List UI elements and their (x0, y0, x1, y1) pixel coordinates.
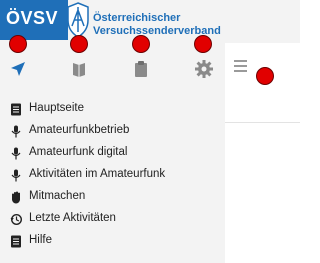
nav-item-aktivitaeten[interactable]: Aktivitäten im Amateurfunk (0, 165, 225, 187)
nav-item-amateurfunkbetrieb[interactable]: Amateurfunkbetrieb (0, 121, 225, 143)
org-name-line1: Österreichischer (93, 12, 181, 24)
site-header: ÖVSV Österreichischer Versuchssenderverb… (0, 0, 225, 43)
microphone-icon (11, 147, 21, 160)
nav-label: Amateurfunkbetrieb (29, 124, 130, 136)
nav-item-letzte-aktivitaeten[interactable]: Letzte Aktivitäten (0, 209, 225, 231)
nav-item-hilfe[interactable]: Hilfe (0, 231, 225, 253)
book-icon[interactable] (69, 59, 89, 79)
nav-label: Mitmachen (29, 190, 86, 202)
hamburger-menu-icon[interactable] (234, 59, 250, 73)
microphone-icon (11, 125, 21, 138)
sidebar-nav: Hauptseite Amateurfunkbetrieb Amateurfun… (0, 93, 225, 263)
annotation-marker (194, 35, 212, 53)
annotation-marker (70, 35, 88, 53)
annotation-marker (256, 67, 274, 85)
sidebar-toolbar (0, 43, 225, 93)
nav-label: Aktivitäten im Amateurfunk (29, 168, 166, 180)
document-icon (11, 235, 21, 248)
clipboard-icon[interactable] (131, 59, 151, 79)
logo-text: ÖVSV (6, 8, 59, 28)
history-icon (10, 214, 22, 225)
nav-label: Amateurfunk digital (29, 146, 128, 158)
nav-label: Hilfe (29, 234, 53, 246)
gear-icon[interactable] (194, 59, 214, 79)
annotation-marker (132, 35, 150, 53)
nav-label: Letzte Aktivitäten (29, 212, 116, 224)
document-icon (11, 103, 21, 116)
nav-item-mitmachen[interactable]: Mitmachen (0, 187, 225, 209)
annotation-marker (9, 35, 27, 53)
nav-item-amateurfunk-digital[interactable]: Amateurfunk digital (0, 143, 225, 165)
header-spacer (225, 0, 300, 43)
navigation-arrow-icon[interactable] (8, 59, 28, 79)
nav-label: Hauptseite (29, 102, 84, 114)
hand-icon (12, 191, 20, 204)
nav-item-hauptseite[interactable]: Hauptseite (0, 99, 225, 121)
site-logo[interactable]: ÖVSV (0, 0, 68, 40)
antenna-badge-icon (67, 2, 89, 38)
microphone-icon (11, 169, 21, 182)
